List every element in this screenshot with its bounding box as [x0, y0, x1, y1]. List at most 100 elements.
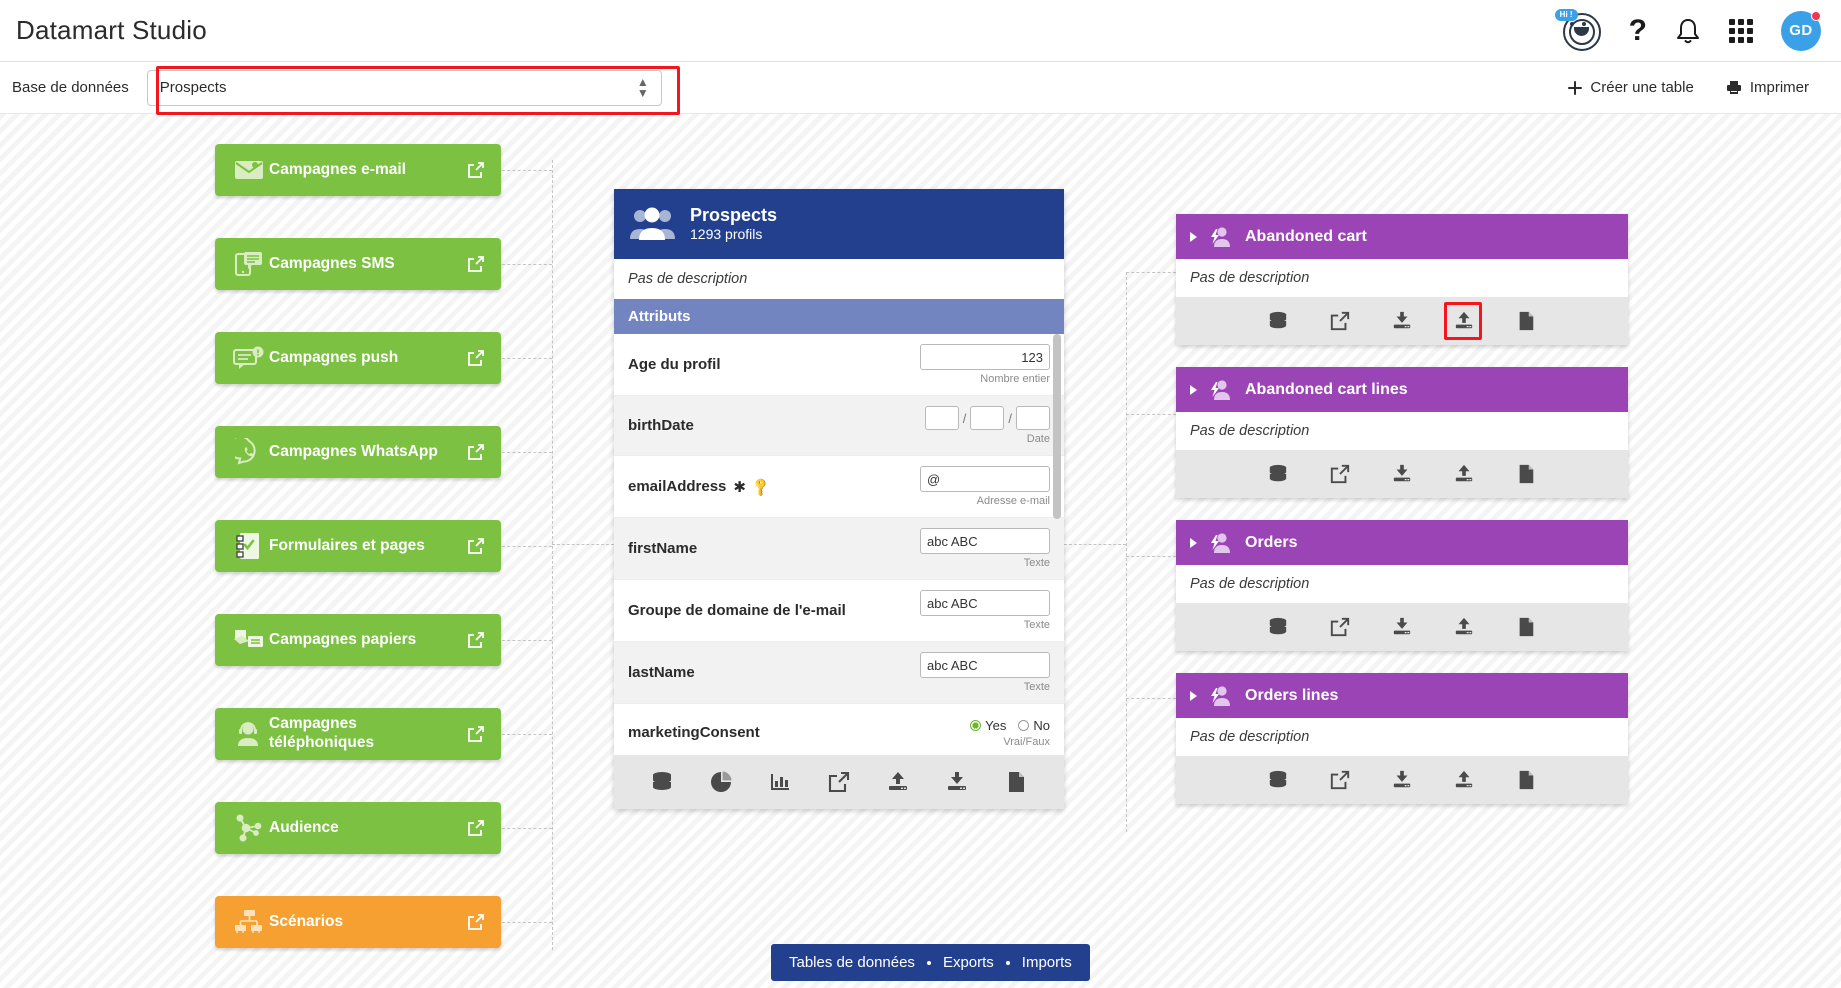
- tile-campagnes-whatsapp[interactable]: Campagnes WhatsApp: [215, 426, 501, 478]
- text-input[interactable]: abc ABC: [920, 590, 1050, 616]
- radio-no[interactable]: No: [1018, 718, 1050, 733]
- external-link-icon[interactable]: [465, 725, 487, 743]
- text-input[interactable]: abc ABC: [920, 652, 1050, 678]
- app-grid-icon[interactable]: [1729, 19, 1753, 43]
- date-day-segment[interactable]: [925, 406, 959, 430]
- card-header[interactable]: Orders lines: [1176, 673, 1628, 718]
- caret-right-icon[interactable]: [1190, 538, 1197, 548]
- attributes-list[interactable]: Age du profil 123 Nombre entier birthDat…: [614, 334, 1064, 755]
- bar-chart-icon[interactable]: [769, 771, 791, 793]
- tile-campagnes-papiers[interactable]: Campagnes papiers: [215, 614, 501, 666]
- database-select[interactable]: Prospects ▲▼: [147, 70, 662, 106]
- caret-right-icon[interactable]: [1190, 232, 1197, 242]
- upload-icon[interactable]: [1454, 617, 1474, 637]
- boolean-radio-group[interactable]: Yes No: [920, 718, 1050, 733]
- database-icon[interactable]: [1268, 770, 1288, 790]
- external-link-icon[interactable]: [1330, 770, 1350, 790]
- external-link-icon[interactable]: [465, 631, 487, 649]
- date-input[interactable]: / /: [920, 406, 1050, 430]
- database-icon[interactable]: [1268, 311, 1288, 331]
- card-header[interactable]: Orders: [1176, 520, 1628, 565]
- attribute-row[interactable]: marketingConsent Yes No Vrai/Faux: [614, 704, 1064, 755]
- external-link-icon[interactable]: [465, 161, 487, 179]
- attribute-row[interactable]: Groupe de domaine de l'e-mail abc ABC Te…: [614, 580, 1064, 642]
- external-link-icon[interactable]: [465, 443, 487, 461]
- file-icon[interactable]: [1005, 771, 1027, 793]
- attribute-row[interactable]: emailAddress ✱ 🔑 @ Adresse e-mail: [614, 456, 1064, 518]
- attribute-row[interactable]: firstName abc ABC Texte: [614, 518, 1064, 580]
- file-icon[interactable]: [1516, 770, 1536, 790]
- help-icon[interactable]: ?: [1629, 16, 1647, 46]
- panel-scrollbar[interactable]: [1053, 334, 1061, 755]
- card-toolbar: [1176, 297, 1628, 345]
- download-icon[interactable]: [1392, 770, 1412, 790]
- external-link-icon[interactable]: [465, 819, 487, 837]
- card-header[interactable]: Abandoned cart lines: [1176, 367, 1628, 412]
- card-header[interactable]: Abandoned cart: [1176, 214, 1628, 259]
- tile-campagnes-telephoniques[interactable]: Campagnes téléphoniques: [215, 708, 501, 760]
- download-icon[interactable]: [1392, 617, 1412, 637]
- tile-audience[interactable]: Audience: [215, 802, 501, 854]
- external-link-icon[interactable]: [1330, 464, 1350, 484]
- nav-exports[interactable]: Exports: [943, 954, 994, 971]
- database-icon[interactable]: [1268, 464, 1288, 484]
- upload-icon[interactable]: [887, 771, 909, 793]
- upload-icon[interactable]: [1454, 464, 1474, 484]
- bell-icon[interactable]: [1675, 17, 1701, 45]
- file-icon[interactable]: [1516, 617, 1536, 637]
- caret-right-icon[interactable]: [1190, 385, 1197, 395]
- attribute-name: emailAddress: [628, 478, 726, 495]
- upload-icon[interactable]: [1454, 770, 1474, 790]
- attribute-row[interactable]: birthDate / / Date: [614, 396, 1064, 456]
- database-icon[interactable]: [651, 771, 673, 793]
- date-year-segment[interactable]: [1016, 406, 1050, 430]
- attribute-name: birthDate: [628, 417, 694, 434]
- file-icon[interactable]: [1516, 464, 1536, 484]
- tile-campagnes-sms[interactable]: Campagnes SMS: [215, 238, 501, 290]
- chatbot-assistant-icon[interactable]: Hi !: [1555, 11, 1601, 51]
- attribute-type-hint: Date: [920, 433, 1050, 445]
- external-link-icon[interactable]: [465, 537, 487, 555]
- avatar[interactable]: GD: [1781, 11, 1821, 51]
- attribute-type-hint: Texte: [920, 619, 1050, 631]
- download-icon[interactable]: [1392, 311, 1412, 331]
- connector-stub-left: [502, 734, 552, 735]
- radio-no-dot: [1018, 720, 1029, 731]
- attribute-type-hint: Texte: [920, 681, 1050, 693]
- date-month-segment[interactable]: [970, 406, 1004, 430]
- tile-formulaires-et-pages[interactable]: Formulaires et pages: [215, 520, 501, 572]
- download-icon[interactable]: [1392, 464, 1412, 484]
- upload-icon[interactable]: [1454, 311, 1474, 331]
- external-link-icon[interactable]: [1330, 311, 1350, 331]
- person-lightning-icon: [1209, 379, 1233, 401]
- attribute-row[interactable]: lastName abc ABC Texte: [614, 642, 1064, 704]
- tile-scenarios[interactable]: Scénarios: [215, 896, 501, 948]
- email-input[interactable]: @: [920, 466, 1050, 492]
- tile-label: Formulaires et pages: [269, 537, 465, 556]
- external-link-icon[interactable]: [465, 349, 487, 367]
- caret-right-icon[interactable]: [1190, 691, 1197, 701]
- external-link-icon[interactable]: [465, 255, 487, 273]
- tile-campagnes-push[interactable]: Campagnes push: [215, 332, 501, 384]
- external-link-icon[interactable]: [828, 771, 850, 793]
- pie-chart-icon[interactable]: [710, 771, 732, 793]
- card-toolbar: [1176, 603, 1628, 651]
- radio-yes[interactable]: Yes: [970, 718, 1006, 733]
- print-button[interactable]: Imprimer: [1712, 72, 1823, 103]
- external-link-icon[interactable]: [465, 913, 487, 931]
- number-input[interactable]: 123: [920, 344, 1050, 370]
- download-icon[interactable]: [946, 771, 968, 793]
- radio-yes-dot: [970, 720, 981, 731]
- whatsapp-icon: [229, 438, 269, 466]
- external-link-icon[interactable]: [1330, 617, 1350, 637]
- tile-campagnes-email[interactable]: Campagnes e-mail: [215, 144, 501, 196]
- nav-imports[interactable]: Imports: [1022, 954, 1072, 971]
- text-input[interactable]: abc ABC: [920, 528, 1050, 554]
- database-icon[interactable]: [1268, 617, 1288, 637]
- nav-tables-de-donnees[interactable]: Tables de données: [789, 954, 915, 971]
- file-icon[interactable]: [1516, 311, 1536, 331]
- card-toolbar: [1176, 756, 1628, 804]
- create-table-button[interactable]: Créer une table: [1554, 72, 1707, 103]
- scrollbar-thumb[interactable]: [1053, 334, 1061, 519]
- attribute-row[interactable]: Age du profil 123 Nombre entier: [614, 334, 1064, 396]
